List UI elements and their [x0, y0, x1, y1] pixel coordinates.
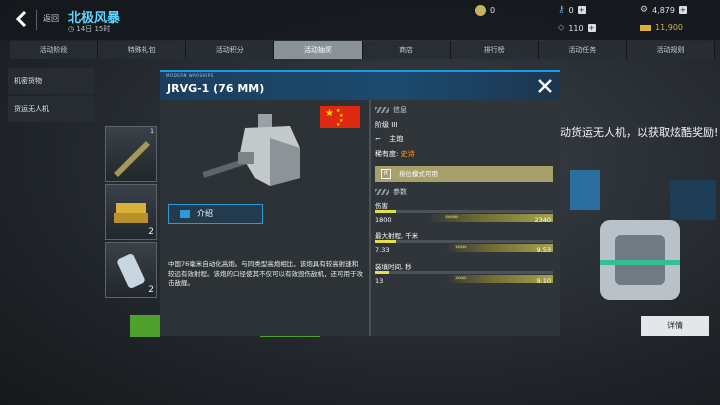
stat-label-damage: 伤害	[375, 202, 388, 210]
tab-stages[interactable]: 活动阶段	[10, 41, 99, 59]
intro-button[interactable]: 介绍	[168, 204, 263, 224]
timer-text: 14日 15时	[76, 25, 111, 33]
reward-thumb-can[interactable]: 2	[105, 242, 157, 298]
type-value: 主炮	[389, 135, 404, 143]
key-icon: ⚷	[558, 5, 565, 15]
close-icon[interactable]	[537, 78, 553, 94]
weapon-description: 中国76毫米自动化高炮。与同类型高炮相比，该炮具有较高射速和较远有效射程。该炮的…	[168, 260, 363, 287]
modal-header: MODERN WARSHIPS JRVG-1 (76 MM)	[160, 72, 560, 100]
resource-keys: ⚷ 0 +	[558, 5, 586, 15]
tier-value: III	[391, 121, 398, 129]
thumb-count: 2	[148, 227, 154, 237]
divider	[36, 10, 37, 30]
stripes-icon	[375, 107, 389, 113]
stat-max: 9.53	[536, 246, 551, 254]
tier-label: 阶级	[375, 121, 389, 129]
tab-special-packs[interactable]: 特殊礼包	[98, 41, 187, 59]
params-heading: 参数	[375, 187, 407, 197]
ranked-mode-text: 排位模式可用	[399, 170, 438, 178]
tab-leaderboard[interactable]: 排行榜	[450, 41, 539, 59]
gear-icon: ⚙	[640, 5, 649, 15]
ranked-mode-badge: R 排位模式可用	[375, 166, 553, 182]
keys-value: 0	[568, 5, 574, 15]
type-line: ⌐ 主炮	[375, 134, 403, 144]
details-button[interactable]: 详情	[641, 316, 709, 336]
weapon-title: JRVG-1 (76 MM)	[167, 82, 265, 95]
stat-bar-range: ›››››› 7.33 9.53	[375, 240, 553, 254]
upgrade-chevrons: ››››››	[455, 243, 467, 251]
tab-event-rules[interactable]: 活动规则	[626, 41, 715, 59]
tab-event-points[interactable]: 活动积分	[186, 41, 275, 59]
fuel-value: 110	[568, 23, 584, 33]
gun-turret-image	[202, 114, 300, 186]
stat-bar-reload: ›››››› 13 9.10	[375, 271, 553, 285]
rarity-value: 史诗	[400, 150, 415, 158]
game-tag: MODERN WARSHIPS	[166, 73, 214, 78]
book-icon	[180, 210, 190, 218]
back-arrow-icon[interactable]	[12, 9, 32, 29]
fuel-icon: ⬦	[558, 23, 565, 33]
coin-icon	[475, 5, 486, 16]
back-label[interactable]: 返回	[43, 13, 59, 24]
stat-fill	[375, 271, 389, 274]
tier-line: 阶级 III	[375, 120, 397, 130]
resource-gears: ⚙ 4,879 +	[640, 5, 687, 15]
tokens-value: 0	[490, 6, 496, 15]
reward-thumb-gold[interactable]: 2	[105, 184, 157, 240]
resource-tokens: 0	[475, 5, 495, 16]
reward-thumb-shell[interactable]: 1	[105, 126, 157, 182]
weapon-info-pane: 信息 阶级 III ⌐ 主炮 稀有度: 史诗 R 排位模式可用 参数 伤害 ››…	[371, 100, 560, 336]
sidebar-item-secret-cargo[interactable]: 机密货物	[8, 68, 94, 94]
stat-current: 1800	[375, 216, 392, 224]
tab-shop[interactable]: 商店	[362, 41, 451, 59]
upgrade-chevrons: ›››››››	[445, 213, 459, 221]
stat-track	[375, 210, 553, 213]
resource-gold: 11,900	[640, 23, 683, 32]
sidebar-item-cargo-drone[interactable]: 货运无人机	[8, 96, 94, 122]
weapon-preview-pane: ★ ★ ★ ★ ★ 介绍 中国76毫米自动化高炮。与同类型高炮相比，该炮具有较高…	[160, 100, 369, 336]
upgrade-chevrons: ››››››	[455, 274, 467, 282]
add-keys-button[interactable]: +	[577, 6, 586, 14]
gold-value: 11,900	[655, 23, 683, 32]
stat-max: 2340	[534, 216, 551, 224]
resource-fuel: ⬦ 110 +	[558, 23, 596, 33]
stat-current: 13	[375, 277, 384, 285]
add-gears-button[interactable]: +	[678, 6, 687, 14]
thumb-count: 1	[150, 128, 154, 135]
ranked-icon: R	[381, 169, 391, 179]
cargo-drone-image	[570, 170, 716, 300]
gears-value: 4,879	[652, 5, 675, 15]
stat-bar-damage: ››››››› 1800 2340	[375, 210, 553, 224]
item-detail-modal: MODERN WARSHIPS JRVG-1 (76 MM) ★ ★ ★ ★ ★…	[160, 70, 560, 336]
add-fuel-button[interactable]: +	[587, 24, 596, 32]
top-bar: 返回 北极风暴 ◷ 14日 15时 0 ⚷ 0 + ⚙ 4,879 + ⬦ 11…	[0, 0, 720, 40]
promo-text: 动货运无人机，以获取炫酷奖励!	[560, 126, 719, 139]
event-timer: ◷ 14日 15时	[68, 25, 111, 33]
tab-event-draw[interactable]: 活动抽奖	[274, 41, 363, 59]
stat-fill	[375, 240, 396, 243]
rarity-label: 稀有度:	[375, 150, 399, 158]
green-action-button[interactable]	[130, 315, 160, 337]
stat-label-reload: 装填时间, 秒	[375, 263, 412, 271]
stat-fill	[375, 210, 396, 213]
info-heading-text: 信息	[393, 106, 407, 114]
china-flag-icon: ★ ★ ★ ★ ★	[320, 106, 360, 128]
rarity-line: 稀有度: 史诗	[375, 149, 415, 159]
params-heading-text: 参数	[393, 188, 407, 196]
turret-icon: ⌐	[375, 135, 381, 143]
tab-bar: 活动阶段 特殊礼包 活动积分 活动抽奖 商店 排行榜 活动任务 活动规则	[10, 41, 715, 59]
stat-max: 9.10	[536, 277, 551, 285]
thumb-count: 2	[148, 285, 154, 295]
stat-current: 7.33	[375, 246, 390, 254]
info-heading: 信息	[375, 105, 407, 115]
stat-label-range: 最大射程, 千米	[375, 232, 419, 240]
stripes-icon	[375, 189, 389, 195]
tab-event-tasks[interactable]: 活动任务	[538, 41, 627, 59]
intro-button-label: 介绍	[197, 209, 213, 218]
gold-bar-icon	[640, 24, 651, 31]
